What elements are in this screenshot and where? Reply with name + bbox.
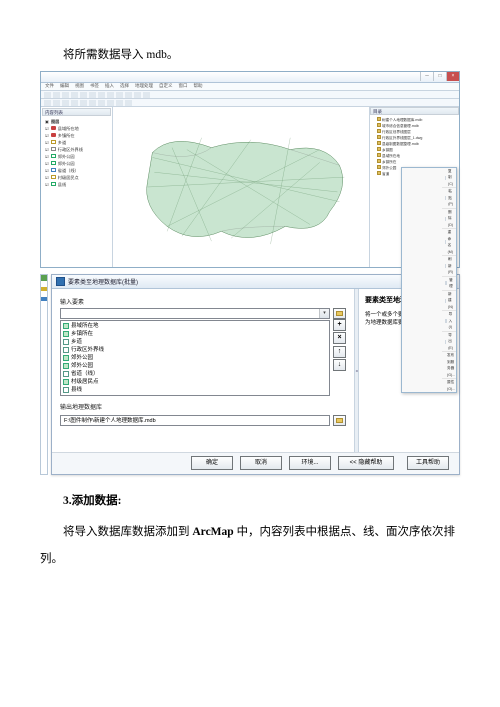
output-gdb-label: 输出地理数据库: [60, 402, 346, 411]
cancel-button[interactable]: 取消: [240, 456, 282, 470]
catalog-title: 目录: [370, 107, 459, 115]
environments-button[interactable]: 环境...: [289, 456, 331, 470]
context-menu-item[interactable]: 新建(N): [442, 290, 456, 311]
feature-class-to-gdb-dialog: 要素类至地理数据库(批量) ─ □ × 输入要素 ▾ 县域所在地乡镇所在乡道行政…: [51, 274, 460, 475]
feature-list-item[interactable]: 行政区外界线: [63, 346, 327, 354]
menu-item[interactable]: 选择: [120, 83, 129, 89]
context-menu-item[interactable]: 复制(C): [442, 168, 456, 188]
arcmap-word: ArcMap: [192, 526, 233, 538]
context-menu-item[interactable]: 属性(O)...: [442, 378, 456, 392]
context-menu-item[interactable]: 删除(D): [442, 208, 456, 229]
context-menu-item[interactable]: 管理: [442, 276, 456, 290]
feature-list-item[interactable]: 乡镇所在: [63, 330, 327, 338]
close-button[interactable]: ×: [446, 72, 459, 81]
input-features-label: 输入要素: [60, 297, 346, 306]
feature-list-item[interactable]: 省道（线）: [63, 370, 327, 378]
folder-icon: [336, 418, 343, 423]
folder-icon: [336, 311, 343, 316]
feature-list-item[interactable]: 县域所在地: [63, 322, 327, 330]
menu-item[interactable]: 文件: [45, 83, 54, 89]
output-gdb-field[interactable]: F:\图件制作\新建个人地理数据库.mdb: [60, 415, 330, 426]
feature-list-item[interactable]: 郊外公园: [63, 362, 327, 370]
window-titlebar: ─ □ ×: [41, 72, 459, 83]
arcmap-screenshot: ─ □ × 文件编辑视图书签插入选择地理处理自定义窗口帮助 内容列表 ▣ 图层☑…: [40, 71, 460, 268]
tool-help-button[interactable]: 工具帮助: [407, 456, 449, 470]
arcmap-toolbar-2: [41, 99, 459, 107]
menu-item[interactable]: 插入: [105, 83, 114, 89]
para-add-data: 将导入数据库数据添加到 ArcMap 中，内容列表中根据点、线、面次序依次排列。: [40, 519, 460, 574]
context-menu-item[interactable]: 粘贴(P): [442, 187, 456, 208]
menu-item[interactable]: 窗口: [179, 83, 188, 89]
context-menu-item[interactable]: 导入(I): [442, 310, 456, 331]
move-up-button[interactable]: ↑: [333, 346, 346, 358]
layer-item[interactable]: ☑ 村级居民点: [45, 174, 111, 181]
p2-part-a: 将导入数据库数据添加到: [63, 526, 192, 538]
tool-icon: [56, 277, 65, 286]
hide-help-button[interactable]: << 隐藏帮助: [338, 456, 394, 470]
arcmap-toolbar: [41, 91, 459, 99]
input-browse-button[interactable]: [333, 308, 346, 319]
move-down-button[interactable]: ↓: [333, 359, 346, 371]
input-features-combo[interactable]: ▾: [60, 308, 330, 319]
context-menu-item[interactable]: 刷新(R): [442, 255, 456, 276]
feature-list-item[interactable]: 村级居民点: [63, 378, 327, 386]
layer-item[interactable]: ☑ 郊外公园: [45, 160, 111, 167]
list-side-buttons: +× ↑↓: [333, 319, 346, 396]
layer-item[interactable]: ☑ 县线: [45, 181, 111, 188]
step-3-heading: 3.添加数据:: [40, 491, 460, 513]
ok-button[interactable]: 确定: [191, 456, 233, 470]
feature-list-item[interactable]: 乡道: [63, 338, 327, 346]
feature-list-item[interactable]: 郊外公园: [63, 354, 327, 362]
context-menu-item[interactable]: 导出(E): [442, 331, 456, 352]
feature-list-item[interactable]: 县线: [63, 386, 327, 394]
layer-item[interactable]: ☑ 行政区外界线: [45, 146, 111, 153]
para-import-mdb: 将所需数据导入 mdb。: [40, 45, 460, 67]
menu-item[interactable]: 帮助: [194, 83, 203, 89]
catalog-panel: 目录 树建个人地理数据库.mdb城市综合信息管理.mdb行政区划界线图层行政区外…: [369, 107, 459, 267]
layer-item[interactable]: ☑ 郊外公园: [45, 153, 111, 160]
context-menu-item[interactable]: 重命名(M): [442, 228, 456, 255]
toc-title: 内容列表: [42, 108, 111, 116]
dropdown-icon[interactable]: ▾: [319, 309, 329, 318]
menu-item[interactable]: 自定义: [159, 83, 173, 89]
table-of-contents-panel: 内容列表 ▣ 图层☑ 县域所在地☑ 乡镇所在☑ 乡道☑ 行政区外界线☑ 郊外公园…: [41, 107, 113, 267]
max-button[interactable]: □: [433, 72, 446, 81]
input-features-list[interactable]: 县域所在地乡镇所在乡道行政区外界线郊外公园郊外公园省道（线）村级居民点县线: [60, 320, 330, 396]
remove-button[interactable]: ×: [333, 332, 346, 344]
layer-item[interactable]: ☑ 乡镇所在: [45, 132, 111, 139]
left-legend-strip: [40, 274, 48, 475]
layer-item[interactable]: ☑ 县域所在地: [45, 125, 111, 132]
dialog-titlebar: 要素类至地理数据库(批量) ─ □ ×: [52, 275, 459, 289]
output-browse-button[interactable]: [333, 415, 346, 426]
menu-item[interactable]: 视图: [75, 83, 84, 89]
menu-item[interactable]: 地理处理: [135, 83, 153, 89]
menu-item[interactable]: 书签: [90, 83, 99, 89]
min-button[interactable]: ─: [420, 72, 433, 81]
layer-item[interactable]: ☑ 乡道: [45, 139, 111, 146]
layer-item[interactable]: ☑ 省道（线）: [45, 167, 111, 174]
arcmap-menubar: 文件编辑视图书签插入选择地理处理自定义窗口帮助: [41, 83, 459, 91]
catalog-context-menu[interactable]: 复制(C)粘贴(P)删除(D)重命名(M)刷新(R)管理新建(N)导入(I)导出…: [401, 167, 457, 394]
layer-list[interactable]: ▣ 图层☑ 县域所在地☑ 乡镇所在☑ 乡道☑ 行政区外界线☑ 郊外公园☑ 郊外公…: [42, 116, 111, 188]
dialog-title-text: 要素类至地理数据库(批量): [68, 277, 138, 286]
map-canvas[interactable]: [113, 107, 369, 267]
add-button[interactable]: +: [333, 319, 346, 331]
menu-item[interactable]: 编辑: [60, 83, 69, 89]
context-menu-item[interactable]: 发布到服务器(G)...: [442, 351, 456, 378]
